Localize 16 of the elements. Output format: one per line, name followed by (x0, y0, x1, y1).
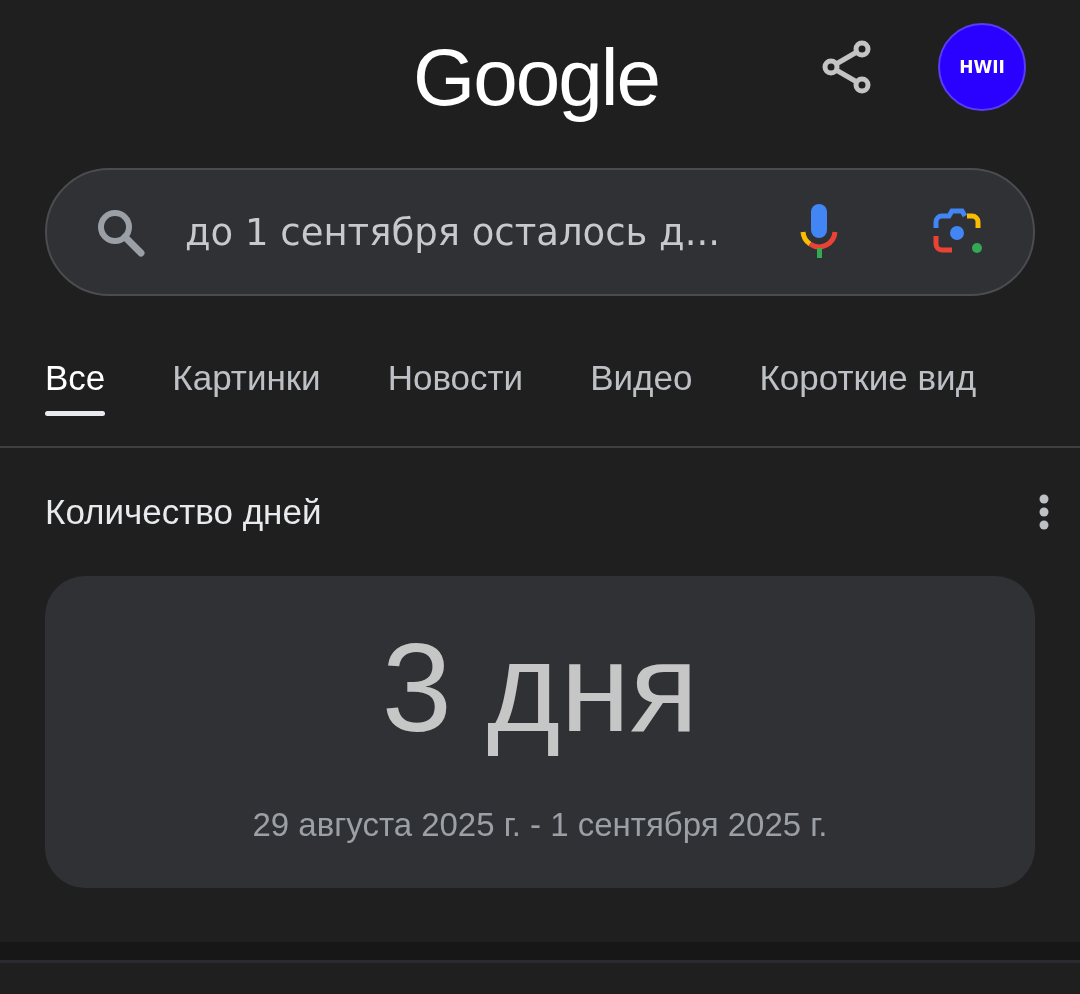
google-logo: Google (413, 33, 659, 122)
search-icon (95, 207, 145, 257)
more-options-icon[interactable] (1038, 494, 1050, 530)
result-title: Количество дней (45, 492, 323, 532)
search-query: до 1 сентября осталось д... (185, 210, 721, 254)
tab[interactable]: Видео (590, 346, 693, 446)
microphone-icon[interactable] (799, 204, 839, 260)
tab[interactable]: Новости (387, 346, 524, 446)
tab[interactable]: Картинки (172, 346, 321, 446)
search-field[interactable]: до 1 сентября осталось д... (45, 168, 1035, 296)
account-avatar[interactable]: HWII (938, 23, 1026, 111)
date-range: 29 августа 2025 г. - 1 сентября 2025 г. (252, 805, 828, 844)
days-count: 3 дня (381, 616, 699, 760)
tab[interactable]: Все (45, 346, 106, 446)
share-icon[interactable] (822, 39, 872, 95)
tab[interactable]: Короткие вид (759, 346, 977, 446)
